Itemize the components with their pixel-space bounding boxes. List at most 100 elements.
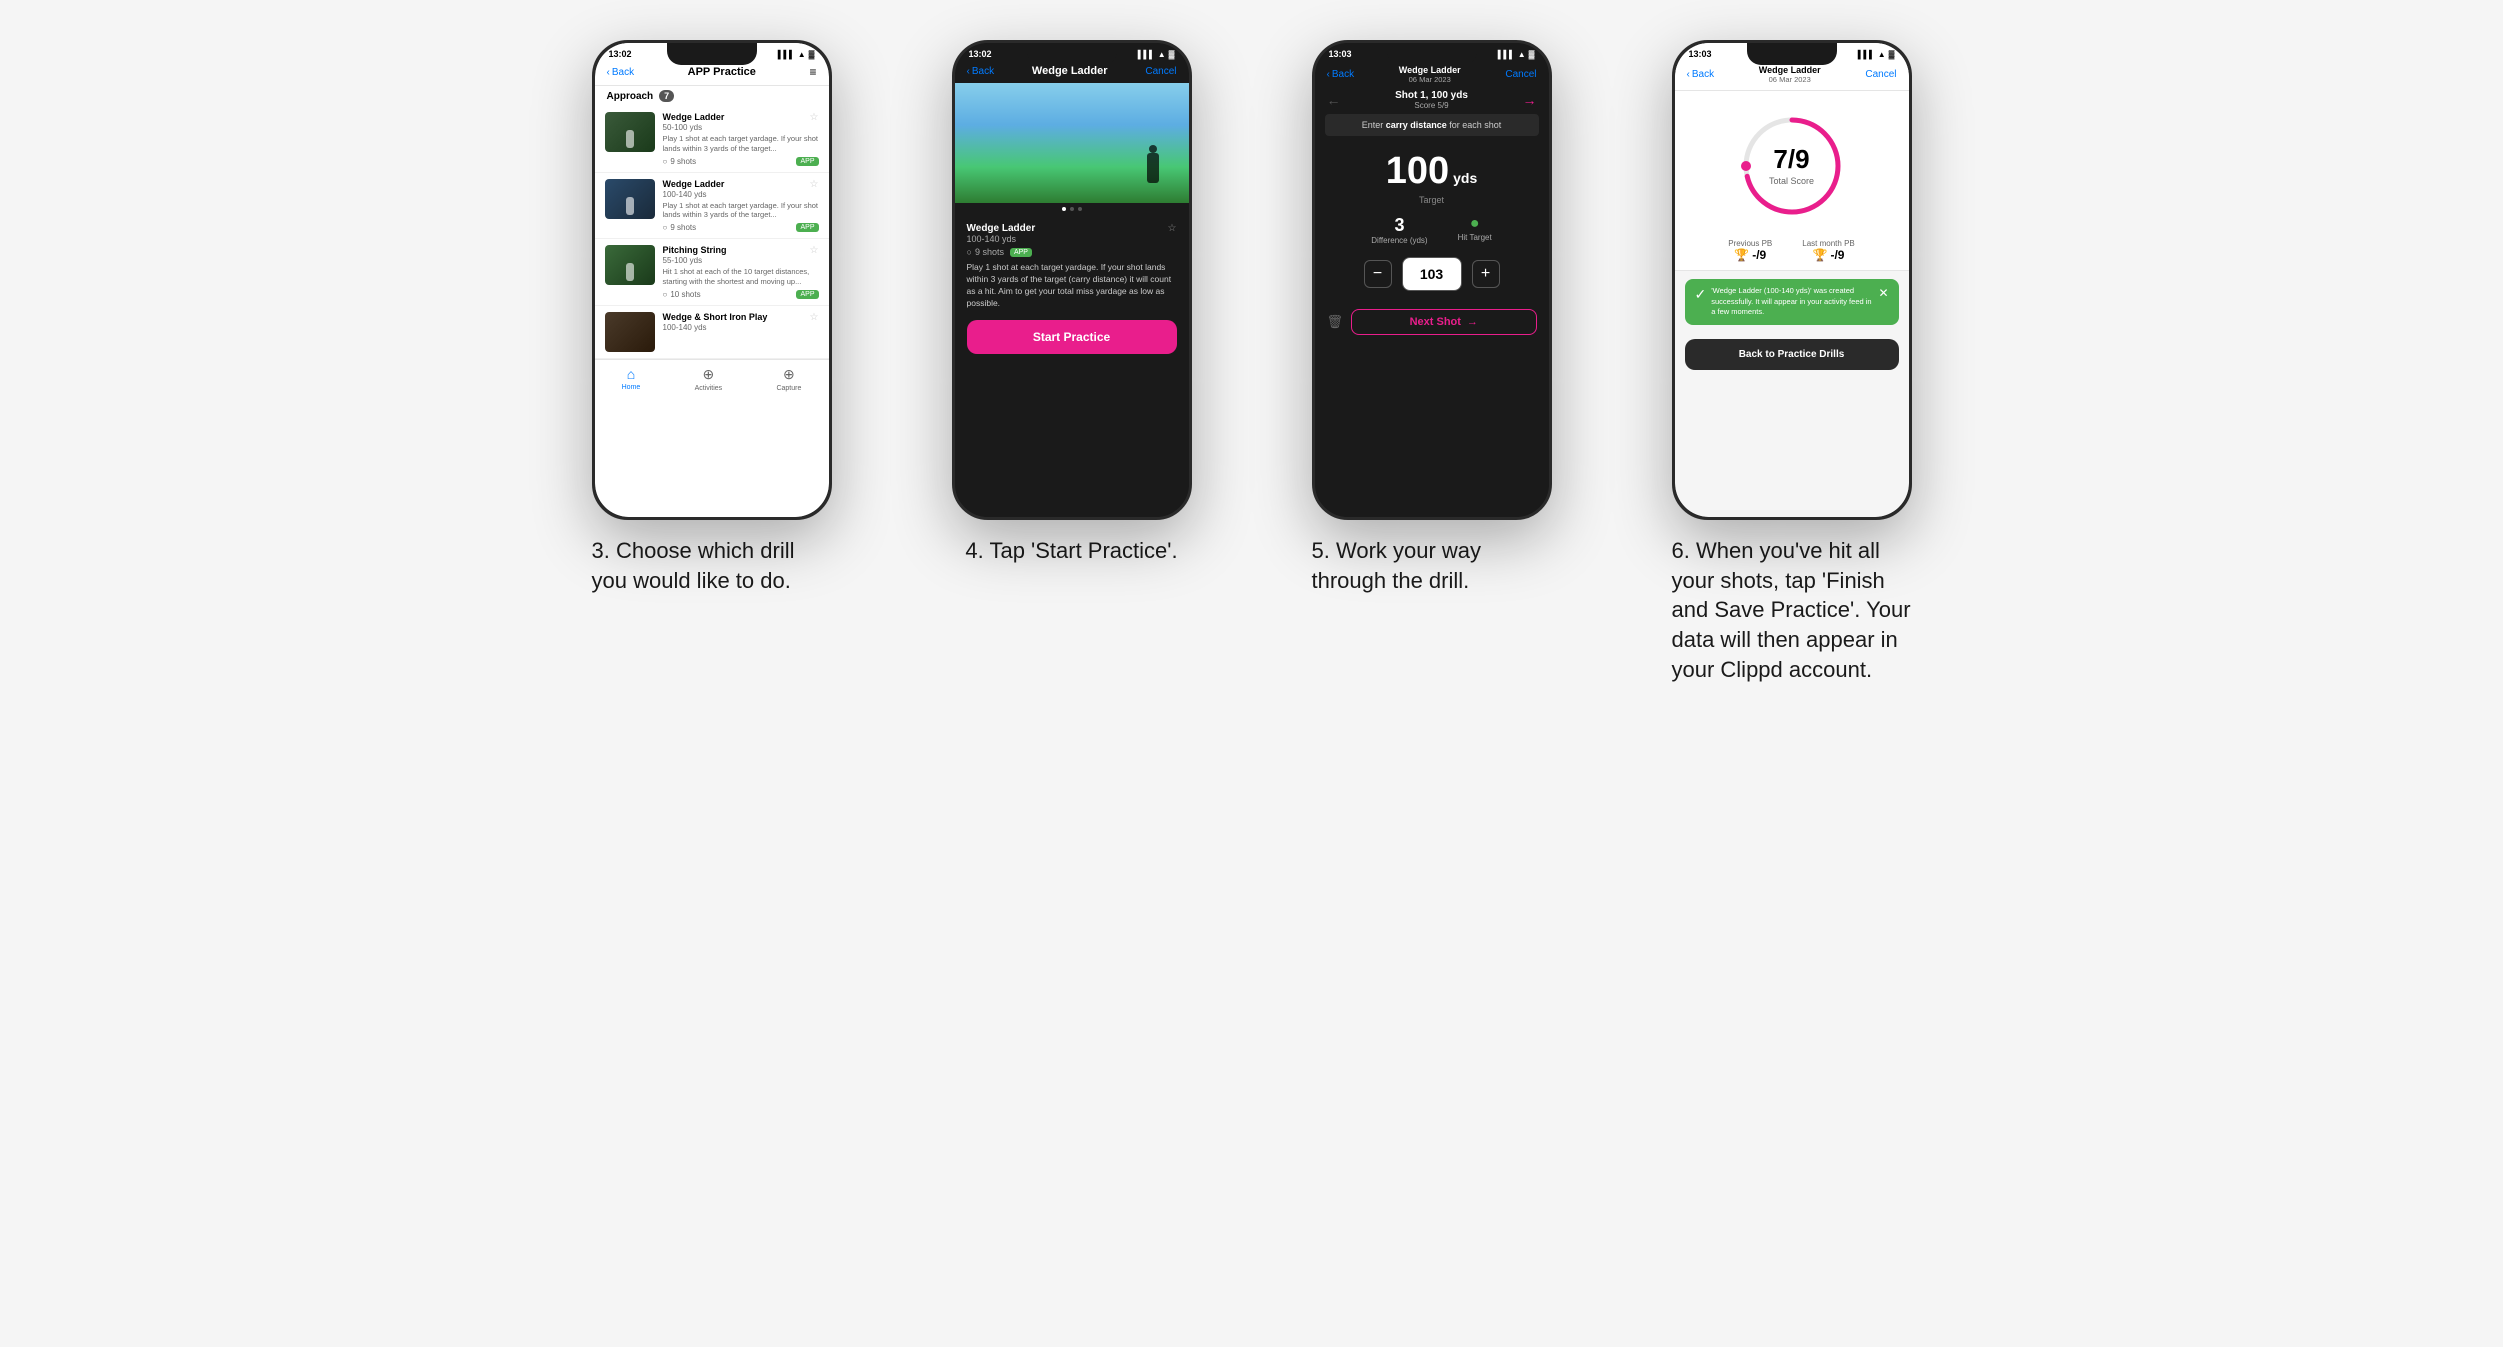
app-badge-card: APP [1010, 248, 1032, 257]
nav-home[interactable]: ⌂ Home [622, 366, 641, 392]
activities-icon: ⊕ [703, 366, 715, 383]
app-badge-2: APP [796, 223, 818, 232]
back-button-2[interactable]: ‹ Back [967, 66, 995, 77]
card-range-2: 100-140 yds [967, 234, 1036, 244]
phone-notch-1 [667, 43, 757, 65]
list-item[interactable]: Pitching String ☆ 55-100 yds Hit 1 shot … [595, 239, 829, 306]
golf-image [955, 83, 1189, 203]
distance-input[interactable] [1402, 257, 1462, 291]
stat-hit-target: ● Hit Target [1458, 215, 1492, 245]
nav-activities[interactable]: ⊕ Activities [695, 366, 723, 392]
app-badge-3: APP [796, 290, 818, 299]
thumb-img-4 [605, 312, 655, 352]
app-badge-1: APP [796, 157, 818, 166]
card-shots-2: ○ 9 shots [967, 247, 1004, 257]
score-circle: 7/9 Total Score [1737, 111, 1847, 221]
sky-bg [955, 83, 1189, 203]
carousel-dots [955, 203, 1189, 215]
list-item[interactable]: Wedge Ladder ☆ 50-100 yds Play 1 shot at… [595, 106, 829, 173]
battery-icon-3: ▓ [1529, 50, 1535, 59]
phone-frame-4: 13:03 ▌▌▌ ▲ ▓ ‹ Back Wedge Ladder 06 Mar… [1672, 40, 1912, 520]
prev-pb: Previous PB 🏆 -/9 [1728, 239, 1772, 262]
back-button-4[interactable]: ‹ Back [1687, 69, 1715, 80]
cancel-button-3[interactable]: Cancel [1505, 69, 1536, 80]
decrement-button[interactable]: − [1364, 260, 1392, 288]
trophy-icon-1: 🏆 [1734, 248, 1749, 262]
star-icon-4: ☆ [810, 312, 819, 323]
nav-title-1: APP Practice [688, 66, 756, 78]
drill-thumb-3 [605, 245, 655, 285]
list-item[interactable]: Wedge & Short Iron Play ☆ 100-140 yds [595, 306, 829, 359]
back-to-drills-button[interactable]: Back to Practice Drills [1685, 339, 1899, 370]
status-icons-3: ▌▌▌ ▲ ▓ [1498, 50, 1535, 59]
nav-title-2: Wedge Ladder [1032, 65, 1108, 77]
signal-icon-2: ▌▌▌ [1138, 50, 1155, 59]
status-time-3: 13:03 [1329, 49, 1352, 59]
increment-button[interactable]: + [1472, 260, 1500, 288]
shots-label-3: ○ 10 shots [663, 290, 701, 299]
close-banner-button[interactable]: ✕ [1878, 286, 1888, 300]
phone-section-3: 13:03 ▌▌▌ ▲ ▓ ‹ Back Wedge Ladder 06 Mar… [1272, 40, 1592, 595]
star-icon-card: ☆ [1168, 223, 1177, 234]
trophy-icon-2: 🏆 [1813, 248, 1828, 262]
shots-label-1: ○ 9 shots [663, 157, 697, 166]
stat-difference: 3 Difference (yds) [1371, 215, 1427, 245]
check-icon: ✓ [1695, 286, 1707, 303]
status-icons-2: ▌▌▌ ▲ ▓ [1138, 50, 1175, 59]
phone-screen-1: 13:02 ▌▌▌ ▲ ▓ ‹ Back APP Practice ≡ Appr… [595, 43, 829, 517]
nav-bar-3: ‹ Back Wedge Ladder 06 Mar 2023 Cancel [1315, 61, 1549, 88]
list-item[interactable]: Wedge Ladder ☆ 100-140 yds Play 1 shot a… [595, 173, 829, 240]
back-button-1[interactable]: ‹ Back [607, 67, 635, 78]
drill-info-3: Pitching String ☆ 55-100 yds Hit 1 shot … [663, 245, 819, 299]
caption-4: 6. When you've hit all your shots, tap '… [1672, 536, 1912, 684]
cancel-button-4[interactable]: Cancel [1865, 69, 1896, 80]
phone-notch-3 [1387, 43, 1477, 65]
golf-figure [1147, 153, 1159, 183]
input-row: − + [1315, 251, 1549, 297]
cancel-button-2[interactable]: Cancel [1145, 66, 1176, 77]
drill-thumb-4 [605, 312, 655, 352]
card-title-2: Wedge Ladder [967, 223, 1036, 234]
status-time-2: 13:02 [969, 49, 992, 59]
phone-frame-2: 13:02 ▌▌▌ ▲ ▓ ‹ Back Wedge Ladder Cancel [952, 40, 1192, 520]
next-arrow[interactable]: → [1523, 92, 1537, 108]
back-button-3[interactable]: ‹ Back [1327, 69, 1355, 80]
drill-thumb-1 [605, 112, 655, 152]
delete-icon[interactable]: 🗑 [1327, 314, 1344, 330]
next-shot-button[interactable]: Next Shot → [1351, 309, 1536, 335]
nav-center-3: Wedge Ladder 06 Mar 2023 [1399, 65, 1461, 84]
phone-screen-3: 13:03 ▌▌▌ ▲ ▓ ‹ Back Wedge Ladder 06 Mar… [1315, 43, 1549, 517]
success-banner: ✓ 'Wedge Ladder (100-140 yds)' was creat… [1685, 279, 1899, 325]
status-icons-4: ▌▌▌ ▲ ▓ [1858, 50, 1895, 59]
carry-prompt: Enter carry distance for each shot [1325, 114, 1539, 136]
thumb-figure-1 [626, 130, 634, 148]
start-practice-button[interactable]: Start Practice [967, 320, 1177, 354]
thumb-figure-3 [626, 263, 634, 281]
caption-1: 3. Choose which drill you would like to … [592, 536, 832, 595]
bottom-nav-1: ⌂ Home ⊕ Activities ⊕ Capture [595, 359, 829, 400]
caption-2: 4. Tap 'Start Practice'. [965, 536, 1177, 566]
phone-section-1: 13:02 ▌▌▌ ▲ ▓ ‹ Back APP Practice ≡ Appr… [552, 40, 872, 595]
score-circle-container: 7/9 Total Score [1675, 91, 1909, 231]
phone-screen-2: 13:02 ▌▌▌ ▲ ▓ ‹ Back Wedge Ladder Cancel [955, 43, 1189, 517]
carry-keyword: carry distance [1386, 120, 1447, 130]
nav-capture[interactable]: ⊕ Capture [776, 366, 801, 392]
home-icon: ⌂ [627, 366, 635, 382]
shots-label-2: ○ 9 shots [663, 223, 697, 232]
phone-notch-2 [1027, 43, 1117, 65]
shot-info: Shot 1, 100 yds Score 5/9 [1395, 90, 1468, 110]
drill-info-2: Wedge Ladder ☆ 100-140 yds Play 1 shot a… [663, 179, 819, 233]
prev-arrow[interactable]: ← [1327, 92, 1341, 108]
hamburger-icon[interactable]: ≡ [809, 65, 816, 79]
wifi-icon-2: ▲ [1158, 50, 1166, 59]
phone-frame-3: 13:03 ▌▌▌ ▲ ▓ ‹ Back Wedge Ladder 06 Mar… [1312, 40, 1552, 520]
phone-frame-1: 13:02 ▌▌▌ ▲ ▓ ‹ Back APP Practice ≡ Appr… [592, 40, 832, 520]
card-desc-2: Play 1 shot at each target yardage. If y… [967, 262, 1177, 310]
last-pb: Last month PB 🏆 -/9 [1802, 239, 1854, 262]
thumb-figure-2 [626, 197, 634, 215]
battery-icon-4: ▓ [1889, 50, 1895, 59]
status-time-4: 13:03 [1689, 49, 1712, 59]
arrow-icon: → [1467, 316, 1478, 328]
nav-center-4: Wedge Ladder 06 Mar 2023 [1759, 65, 1821, 84]
approach-badge: Approach 7 [595, 86, 829, 106]
